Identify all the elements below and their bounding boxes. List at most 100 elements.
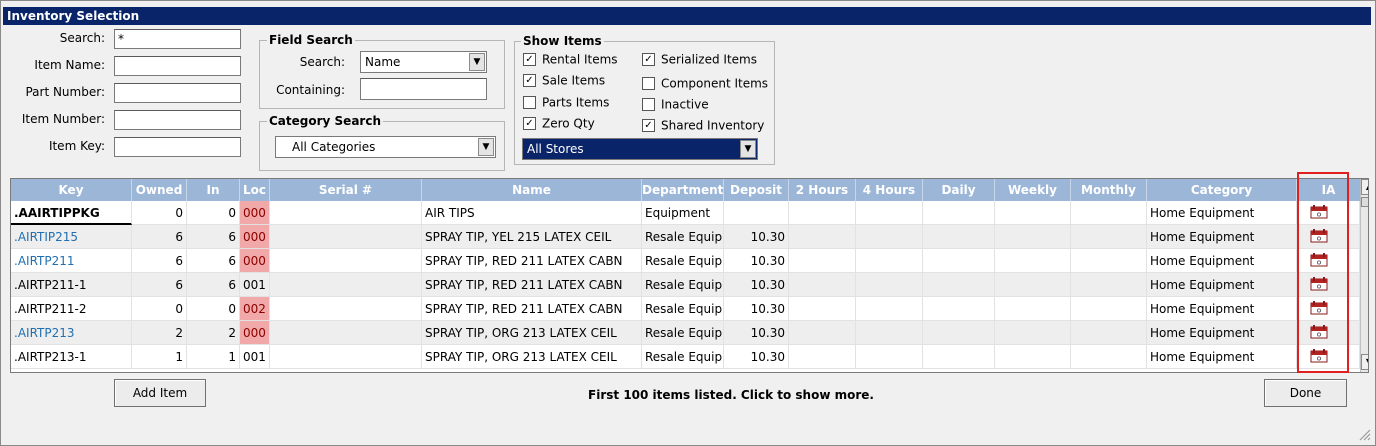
cell-monthly [1071, 273, 1147, 297]
chevron-down-icon[interactable]: ▼ [478, 138, 494, 156]
item-key-input[interactable] [114, 137, 241, 157]
grid-header: Key Owned In Loc Serial # Name Departmen… [11, 179, 1360, 201]
inactive-checkbox[interactable]: Inactive [642, 97, 709, 113]
cell-department: Resale Equipr [642, 297, 724, 321]
status-text[interactable]: First 100 items listed. Click to show mo… [541, 388, 921, 402]
category-select[interactable]: All Categories ▼ [275, 136, 496, 158]
category-search-title: Category Search [267, 114, 383, 128]
serialized-items-checkbox[interactable]: ✓ Serialized Items [642, 52, 757, 68]
containing-label: Containing: [276, 83, 345, 97]
cell-category: Home Equipment [1147, 249, 1297, 273]
containing-input[interactable] [360, 78, 487, 100]
cell-department: Resale Equipr [642, 273, 724, 297]
col-header-category[interactable]: Category [1147, 179, 1297, 201]
checkbox-box[interactable]: ✓ [523, 53, 536, 66]
scroll-up-icon[interactable]: ▲ [1361, 179, 1368, 195]
cell-loc: 002 [240, 297, 270, 321]
checkbox-box[interactable] [642, 77, 655, 90]
table-row[interactable]: .AIRTP211-2 0 0 002 SPRAY TIP, RED 211 LATEX… [11, 297, 1360, 321]
cell-owned: 6 [132, 225, 187, 249]
add-item-button[interactable]: Add Item [114, 379, 206, 407]
checkbox-box[interactable]: ✓ [523, 74, 536, 87]
col-header-2-hours[interactable]: 2 Hours [789, 179, 856, 201]
col-header-monthly[interactable]: Monthly [1071, 179, 1147, 201]
scroll-thumb[interactable] [1361, 197, 1368, 207]
item-name-input[interactable] [114, 56, 241, 76]
table-row[interactable]: .AIRTP211-1 6 6 001 SPRAY TIP, RED 211 LATEX… [11, 273, 1360, 297]
cell-deposit: 10.30 [724, 273, 789, 297]
cell-category: Home Equipment [1147, 321, 1297, 345]
parts-items-checkbox[interactable]: Parts Items [523, 95, 609, 111]
cell-serial [270, 201, 422, 225]
resize-grip-icon[interactable] [1359, 429, 1371, 441]
cell-h2 [789, 273, 856, 297]
cell-serial [270, 273, 422, 297]
item-number-label: Item Number: [21, 112, 105, 126]
sale-items-checkbox[interactable]: ✓ Sale Items [523, 73, 605, 89]
table-row[interactable]: .AIRTP213-1 1 1 001 SPRAY TIP, ORG 213 LATEX… [11, 345, 1360, 369]
cell-owned: 6 [132, 249, 187, 273]
component-items-checkbox[interactable]: Component Items [642, 76, 768, 92]
item-number-input[interactable] [114, 110, 241, 130]
inventory-selection-window: Inventory Selection Search: Item Name: P… [0, 0, 1376, 446]
part-number-label: Part Number: [25, 85, 105, 99]
table-row[interactable]: .AIRTP213 2 2 000 SPRAY TIP, ORG 213 LATEX C… [11, 321, 1360, 345]
cell-owned: 0 [132, 201, 187, 225]
part-number-input[interactable] [114, 83, 241, 103]
checkbox-box[interactable]: ✓ [523, 117, 536, 130]
cell-owned: 1 [132, 345, 187, 369]
table-row[interactable]: .AAIRTIPPKG 0 0 000 AIR TIPS Equipment Home Eq… [11, 201, 1360, 225]
shared-inventory-checkbox[interactable]: ✓ Shared Inventory [642, 118, 764, 134]
cell-key: .AIRTP213-1 [11, 345, 132, 369]
col-header-weekly[interactable]: Weekly [995, 179, 1071, 201]
col-header-deposit[interactable]: Deposit [724, 179, 789, 201]
cell-monthly [1071, 345, 1147, 369]
cell-in: 2 [187, 321, 240, 345]
col-header-serial[interactable]: Serial # [270, 179, 422, 201]
table-row[interactable]: .AIRTP211 6 6 000 SPRAY TIP, RED 211 LATEX C… [11, 249, 1360, 273]
col-header-owned[interactable]: Owned [132, 179, 187, 201]
cell-in: 6 [187, 225, 240, 249]
field-search-select[interactable]: Name ▼ [360, 51, 487, 73]
col-header-in[interactable]: In [187, 179, 240, 201]
cell-name: SPRAY TIP, YEL 215 LATEX CEIL [422, 225, 642, 249]
col-header-name[interactable]: Name [422, 179, 642, 201]
col-header-loc[interactable]: Loc [240, 179, 270, 201]
cell-serial [270, 321, 422, 345]
done-button[interactable]: Done [1264, 379, 1347, 407]
col-header-daily[interactable]: Daily [923, 179, 995, 201]
checkbox-box[interactable] [642, 98, 655, 111]
zero-qty-checkbox[interactable]: ✓ Zero Qty [523, 116, 595, 132]
checkbox-box[interactable] [523, 96, 536, 109]
cell-h4 [856, 225, 923, 249]
cell-h4 [856, 297, 923, 321]
col-header-4-hours[interactable]: 4 Hours [856, 179, 923, 201]
cell-name: SPRAY TIP, ORG 213 LATEX CEIL [422, 345, 642, 369]
search-input[interactable] [114, 29, 241, 49]
cell-monthly [1071, 225, 1147, 249]
cell-weekly [995, 345, 1071, 369]
cell-monthly [1071, 321, 1147, 345]
rental-items-checkbox[interactable]: ✓ Rental Items [523, 52, 618, 68]
col-header-department[interactable]: Department [642, 179, 724, 201]
checkbox-box[interactable]: ✓ [642, 53, 655, 66]
checkbox-box[interactable]: ✓ [642, 119, 655, 132]
item-key-label: Item Key: [48, 139, 105, 153]
cell-weekly [995, 225, 1071, 249]
cell-monthly [1071, 297, 1147, 321]
vertical-scrollbar[interactable]: ▲ ▼ [1360, 179, 1368, 372]
cell-serial [270, 297, 422, 321]
cell-h4 [856, 321, 923, 345]
cell-daily [923, 345, 995, 369]
scroll-down-icon[interactable]: ▼ [1361, 354, 1368, 370]
chevron-down-icon[interactable]: ▼ [469, 53, 485, 71]
cell-name: SPRAY TIP, ORG 213 LATEX CEIL [422, 321, 642, 345]
cell-loc: 001 [240, 273, 270, 297]
cell-key: .AIRTIP215 [11, 225, 132, 249]
table-row[interactable]: .AIRTIP215 6 6 000 SPRAY TIP, YEL 215 LATEX … [11, 225, 1360, 249]
cell-department: Equipment [642, 201, 724, 225]
col-header-key[interactable]: Key [11, 179, 132, 201]
chevron-down-icon[interactable]: ▼ [740, 140, 756, 158]
store-select[interactable]: All Stores ▼ [522, 138, 758, 160]
inventory-grid[interactable]: Key Owned In Loc Serial # Name Departmen… [10, 178, 1369, 373]
